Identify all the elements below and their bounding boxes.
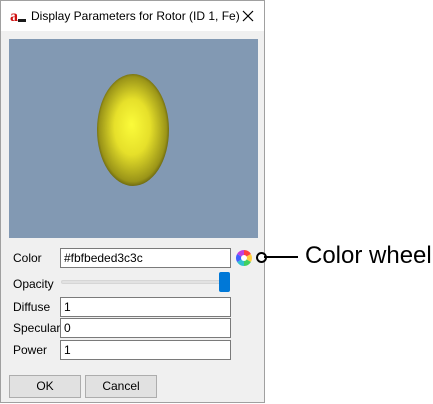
specular-field[interactable] — [60, 318, 231, 338]
diffuse-label: Diffuse — [13, 300, 51, 314]
svg-text:a: a — [10, 8, 18, 25]
window-title: Display Parameters for Rotor (ID 1, Fe) — [31, 9, 240, 23]
ok-button[interactable]: OK — [9, 375, 81, 398]
diffuse-field[interactable] — [60, 297, 231, 317]
color-wheel-callout-label: Color wheel — [305, 242, 432, 269]
power-label: Power — [13, 343, 48, 357]
app-logo-icon: a — [10, 8, 26, 25]
3d-preview-viewport[interactable] — [9, 39, 258, 238]
title-bar: a Display Parameters for Rotor (ID 1, Fe… — [1, 1, 264, 31]
close-icon[interactable] — [237, 5, 259, 27]
display-parameters-dialog: a Display Parameters for Rotor (ID 1, Fe… — [0, 0, 265, 403]
opacity-slider-track[interactable] — [61, 280, 229, 284]
color-field[interactable] — [60, 248, 231, 268]
color-wheel-icon[interactable] — [235, 249, 253, 267]
opacity-slider-thumb[interactable] — [219, 272, 230, 292]
power-field[interactable] — [60, 340, 231, 360]
rotor-preview-ellipsoid — [97, 74, 169, 186]
color-label: Color — [13, 251, 42, 265]
callout-line — [264, 256, 298, 258]
cancel-button[interactable]: Cancel — [85, 375, 157, 398]
specular-label: Specular — [13, 321, 61, 335]
opacity-label: Opacity — [13, 277, 54, 291]
